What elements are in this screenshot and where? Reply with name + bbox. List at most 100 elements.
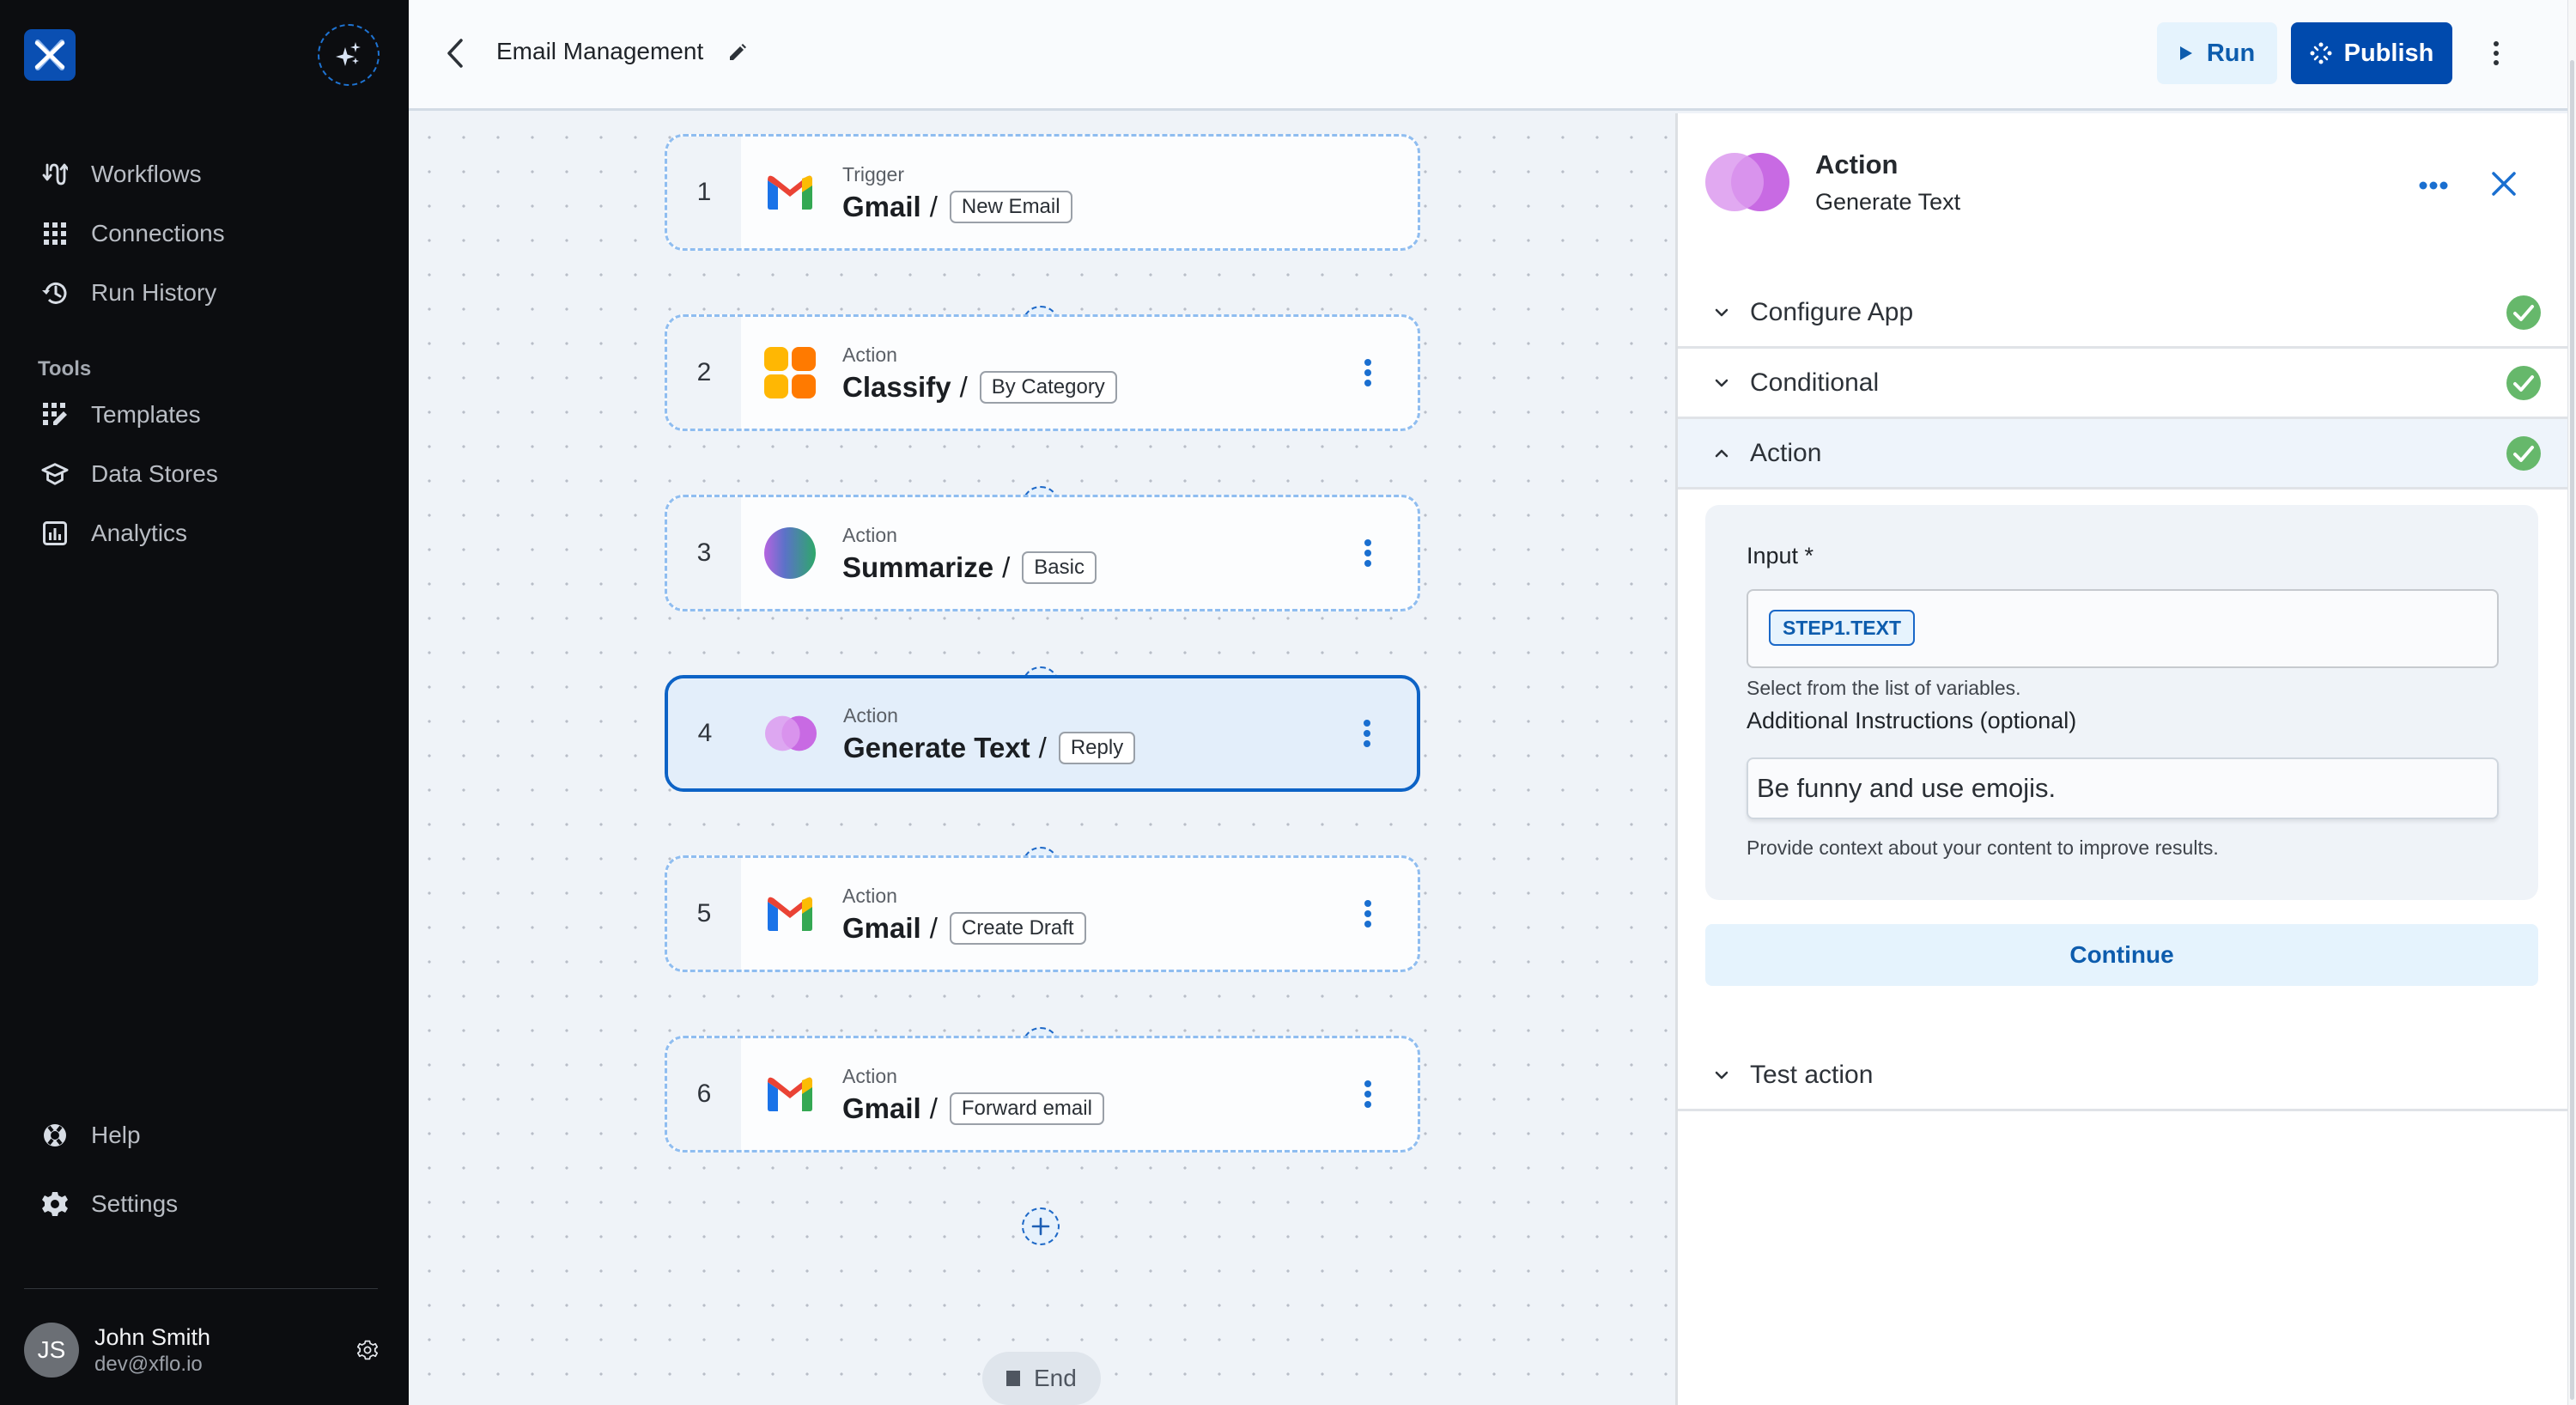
user-settings-button[interactable] <box>350 1333 385 1367</box>
sidebar-divider <box>24 1288 378 1289</box>
edit-title-button[interactable] <box>725 40 750 65</box>
tools-heading: Tools <box>38 357 92 380</box>
step-operation-tag: Forward email <box>949 1092 1104 1125</box>
step-config-panel: Action Generate Text Configure App Condit… <box>1675 113 2567 1405</box>
sidebar-item-data-stores[interactable]: Data Stores <box>0 444 409 503</box>
step-number: 2 <box>667 317 741 429</box>
gmail-icon <box>763 166 817 219</box>
panel-more-button[interactable] <box>2416 175 2451 196</box>
step-kind: Action <box>842 344 897 366</box>
workflow-step-card[interactable]: 3 Action Summarize / Basic <box>665 495 1420 611</box>
publish-button[interactable]: Publish <box>2291 22 2452 84</box>
workflow-step-card[interactable]: 2 Action Classify / By Category <box>665 314 1420 431</box>
user-info: John Smith dev@xflo.io <box>94 1323 350 1378</box>
step-kind: Action <box>842 885 897 907</box>
step-number: 3 <box>667 497 741 609</box>
bottom-nav: Help Settings <box>0 1101 409 1238</box>
more-options-button[interactable] <box>2483 36 2509 70</box>
run-button[interactable]: Run <box>2157 22 2277 84</box>
step-app-name: Gmail <box>842 191 921 222</box>
step-menu-button[interactable] <box>1359 356 1376 390</box>
run-button-label: Run <box>2206 39 2256 67</box>
step-title-row: Classify / By Category <box>842 371 1359 404</box>
generate-text-icon <box>1705 153 1789 211</box>
workflow-title: Email Management <box>496 38 704 64</box>
instructions-label: Additional Instructions (optional) <box>1747 708 2077 733</box>
chevron-left-icon <box>447 39 463 68</box>
step-title-row: Gmail / New Email <box>842 191 1418 223</box>
ellipsis-icon <box>2419 181 2448 190</box>
step-title-row: Gmail / Forward email <box>842 1092 1359 1125</box>
top-header: Email Management Run Publish <box>409 0 2567 111</box>
data-stores-icon <box>41 460 69 488</box>
step-menu-button[interactable] <box>1359 1077 1376 1111</box>
chevron-down-icon <box>1712 303 1731 322</box>
step-kind: Action <box>842 1065 897 1087</box>
step-operation-tag: By Category <box>979 371 1117 404</box>
check-circle-icon <box>2506 295 2541 330</box>
avatar: JS <box>24 1323 79 1378</box>
step-app-name: Gmail <box>842 912 921 944</box>
stop-icon <box>1006 1371 1020 1386</box>
user-email: dev@xflo.io <box>94 1353 203 1376</box>
pencil-icon <box>730 44 746 60</box>
variable-chip[interactable]: STEP1.TEXT <box>1769 610 1916 646</box>
continue-button[interactable]: Continue <box>1705 924 2538 986</box>
gear-icon <box>357 1340 378 1360</box>
kebab-icon <box>1364 359 1371 386</box>
step-operation-tag: Reply <box>1058 732 1136 764</box>
xflo-logo-icon <box>34 40 65 70</box>
panel-step-name: Generate Text <box>1815 189 1961 215</box>
chevron-down-icon <box>1712 374 1731 392</box>
step-text: Action Gmail / Forward email <box>842 1063 1359 1125</box>
workflow-canvas[interactable]: Start 1TriggerGmail/New Email2ActionClas… <box>409 113 1675 1405</box>
input-label: Input * <box>1747 543 1814 569</box>
user-profile[interactable]: JS John Smith dev@xflo.io <box>24 1323 385 1378</box>
section-conditional[interactable]: Conditional <box>1678 349 2567 419</box>
end-node[interactable]: End <box>982 1352 1101 1405</box>
workflow-step-card[interactable]: 5 Action Gmail / Create Draft <box>665 855 1420 972</box>
sidebar-item-templates[interactable]: Templates <box>0 385 409 444</box>
sidebar-item-settings[interactable]: Settings <box>0 1170 409 1238</box>
sidebar-item-run-history[interactable]: Run History <box>0 263 409 322</box>
add-step-button[interactable] <box>1022 1207 1060 1245</box>
instructions-input[interactable]: Be funny and use emojis. <box>1747 757 2499 819</box>
sidebar-item-label: Templates <box>91 400 201 428</box>
step-menu-button[interactable] <box>1358 716 1376 751</box>
instructions-helper-text: Provide context about your content to im… <box>1747 836 2219 859</box>
input-variable-field[interactable]: STEP1.TEXT <box>1747 589 2499 668</box>
ai-assistant-button[interactable] <box>318 24 380 86</box>
app-logo[interactable] <box>24 29 76 81</box>
section-label: Conditional <box>1750 368 1880 397</box>
kebab-icon <box>1364 1080 1371 1108</box>
step-operation-tag: Basic <box>1022 551 1097 584</box>
section-label: Test action <box>1750 1060 1874 1089</box>
chevron-down-icon <box>1712 1066 1731 1085</box>
step-separator: / <box>929 912 938 944</box>
check-circle-icon <box>2506 435 2541 471</box>
kebab-icon <box>1364 900 1371 928</box>
back-button[interactable] <box>438 34 472 72</box>
sidebar-item-label: Run History <box>91 278 217 306</box>
step-number: 5 <box>667 858 741 970</box>
close-panel-button[interactable] <box>2487 167 2521 201</box>
sidebar-item-help[interactable]: Help <box>0 1101 409 1170</box>
step-menu-button[interactable] <box>1359 536 1376 570</box>
step-title-row: Summarize / Basic <box>842 551 1359 584</box>
sidebar-item-analytics[interactable]: Analytics <box>0 503 409 563</box>
workflow-step-card[interactable]: 6 Action Gmail / Forward email <box>665 1036 1420 1153</box>
step-menu-button[interactable] <box>1359 897 1376 931</box>
gear-icon <box>41 1190 69 1218</box>
workflow-step-card[interactable]: 4 Action Generate Text / Reply <box>665 675 1420 792</box>
step-title-row: Generate Text / Reply <box>843 732 1358 764</box>
step-app-name: Summarize <box>842 551 994 583</box>
end-label: End <box>1034 1365 1077 1391</box>
sidebar-item-workflows[interactable]: Workflows <box>0 144 409 204</box>
sidebar-item-connections[interactable]: Connections <box>0 204 409 263</box>
section-test-action[interactable]: Test action <box>1678 1041 2567 1111</box>
sidebar-item-label: Connections <box>91 219 225 246</box>
scrollbar-thumb[interactable] <box>2570 60 2574 1400</box>
section-configure-app[interactable]: Configure App <box>1678 278 2567 349</box>
section-action[interactable]: Action <box>1678 419 2567 490</box>
workflow-step-card[interactable]: 1 Trigger Gmail / New Email <box>665 134 1420 251</box>
